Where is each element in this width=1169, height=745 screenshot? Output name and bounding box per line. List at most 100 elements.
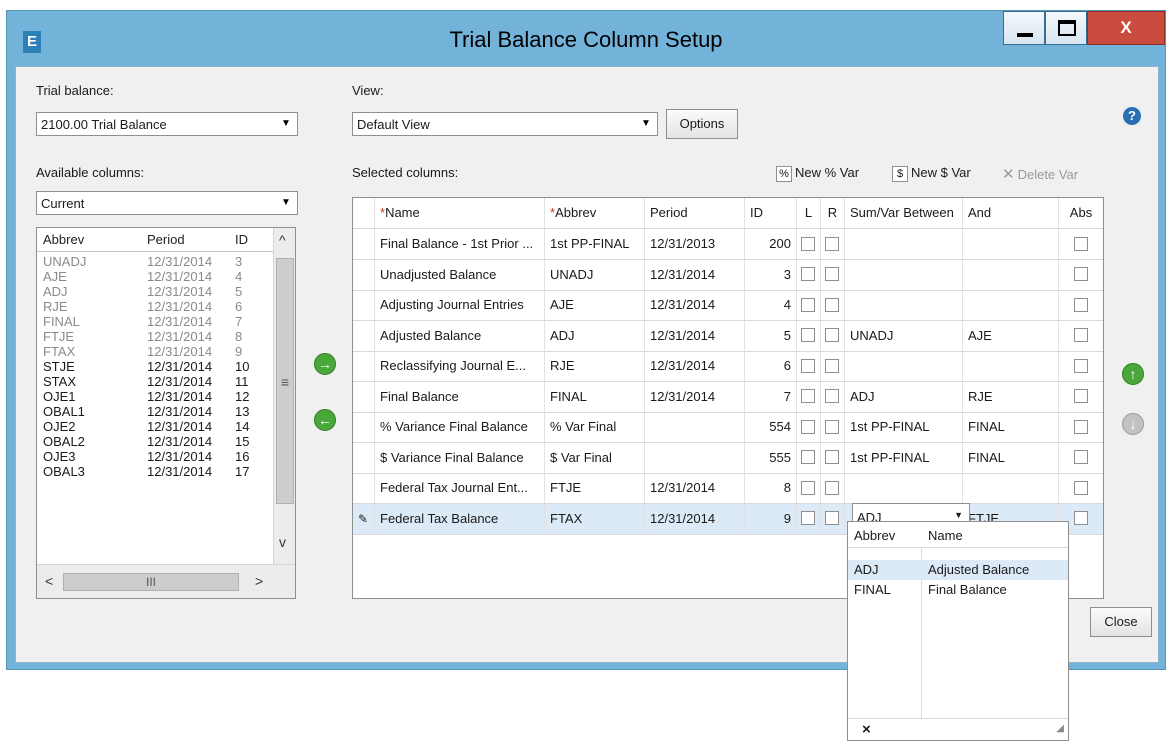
minimize-button[interactable] <box>1003 11 1045 45</box>
cell-sumvar[interactable] <box>845 229 963 259</box>
r-checkbox[interactable] <box>825 236 839 251</box>
abs-checkbox[interactable] <box>1074 328 1088 343</box>
cell-name[interactable]: Adjusted Balance <box>375 320 545 351</box>
l-checkbox[interactable] <box>801 419 815 434</box>
list-item[interactable]: OBAL1 12/31/2014 13 <box>37 404 273 419</box>
available-columns-list[interactable]: Abbrev Period ID UNADJ 12/31/2014 3 AJE 12/3… <box>36 227 296 599</box>
l-checkbox[interactable] <box>801 389 815 404</box>
cell-id[interactable]: 200 <box>745 229 797 259</box>
header-id[interactable]: ID <box>235 232 248 247</box>
cell-period[interactable]: 12/31/2014 <box>645 259 745 290</box>
cell-period[interactable]: 12/31/2014 <box>645 320 745 351</box>
table-row[interactable]: Adjusted Balance ADJ 12/31/2014 5 UNADJ AJE <box>353 320 1103 352</box>
vertical-scrollbar[interactable]: ^ ≡ v <box>273 228 295 564</box>
cell-name[interactable]: Federal Tax Balance <box>375 503 545 534</box>
cell-name[interactable]: Final Balance - 1st Prior ... <box>375 229 545 259</box>
clear-selection-icon[interactable]: × <box>862 721 871 738</box>
r-checkbox[interactable] <box>825 267 839 282</box>
dropdown-option[interactable]: ADJ Adjusted Balance <box>848 560 1068 580</box>
cell-id[interactable]: 554 <box>745 412 797 442</box>
dropdown-option[interactable]: FINAL Final Balance <box>848 580 1068 600</box>
cell-period[interactable] <box>645 412 745 442</box>
cell-sumvar[interactable] <box>845 259 963 290</box>
row-selector[interactable] <box>353 259 375 290</box>
new-dollar-var-button[interactable]: $ New $ Var <box>892 165 971 182</box>
header-period[interactable]: Period <box>147 232 185 247</box>
cell-abbrev[interactable]: FINAL <box>545 381 645 412</box>
table-row[interactable]: Federal Tax Journal Ent... FTJE 12/31/2014… <box>353 473 1103 504</box>
scroll-left-icon[interactable]: < <box>45 573 53 589</box>
list-item[interactable]: ADJ 12/31/2014 5 <box>37 284 273 299</box>
cell-sumvar[interactable]: UNADJ <box>845 320 963 351</box>
l-checkbox[interactable] <box>801 480 815 495</box>
row-selector[interactable] <box>353 381 375 412</box>
cell-sumvar[interactable] <box>845 473 963 503</box>
maximize-button[interactable] <box>1045 11 1087 45</box>
abs-checkbox[interactable] <box>1074 511 1088 526</box>
header-and[interactable]: And <box>963 198 1059 228</box>
table-row[interactable]: Adjusting Journal Entries AJE 12/31/2014 4 <box>353 290 1103 321</box>
cell-name[interactable]: Adjusting Journal Entries <box>375 290 545 320</box>
l-checkbox[interactable] <box>801 450 815 465</box>
cell-and[interactable] <box>963 229 1059 259</box>
row-selector[interactable] <box>353 473 375 503</box>
cell-name[interactable]: Final Balance <box>375 381 545 412</box>
cell-and[interactable]: AJE <box>963 320 1059 351</box>
list-item[interactable]: OJE1 12/31/2014 12 <box>37 389 273 404</box>
cell-period[interactable]: 12/31/2014 <box>645 473 745 503</box>
cell-and[interactable] <box>963 351 1059 381</box>
list-item[interactable]: RJE 12/31/2014 6 <box>37 299 273 314</box>
scroll-down-icon[interactable]: v <box>279 534 286 550</box>
move-down-arrow-icon[interactable]: ↓ <box>1122 413 1144 435</box>
header-name[interactable]: *Name <box>375 198 545 228</box>
abs-checkbox[interactable] <box>1074 419 1088 434</box>
trial-balance-select[interactable]: 2100.00 Trial Balance ▼ <box>36 112 298 136</box>
cell-abbrev[interactable]: FTAX <box>545 503 645 534</box>
list-item[interactable]: STAX 12/31/2014 11 <box>37 374 273 389</box>
l-checkbox[interactable] <box>801 358 815 373</box>
abs-checkbox[interactable] <box>1074 389 1088 404</box>
scroll-thumb[interactable]: ≡ <box>276 258 294 504</box>
cell-abbrev[interactable]: 1st PP-FINAL <box>545 229 645 259</box>
header-id[interactable]: ID <box>745 198 797 228</box>
header-sumvar[interactable]: Sum/Var Between <box>845 198 963 228</box>
scroll-up-icon[interactable]: ^ <box>279 232 286 248</box>
cell-and[interactable] <box>963 473 1059 503</box>
header-l[interactable]: L <box>797 198 821 228</box>
help-icon[interactable]: ? <box>1123 107 1141 125</box>
new-pct-var-button[interactable]: % New % Var <box>776 165 859 182</box>
r-checkbox[interactable] <box>825 358 839 373</box>
abs-checkbox[interactable] <box>1074 297 1088 312</box>
add-column-arrow-icon[interactable]: → <box>314 353 336 375</box>
move-up-arrow-icon[interactable]: ↑ <box>1122 363 1144 385</box>
cell-period[interactable]: 12/31/2014 <box>645 503 745 534</box>
header-r[interactable]: R <box>821 198 845 228</box>
list-item[interactable]: OJE3 12/31/2014 16 <box>37 449 273 464</box>
row-selector[interactable] <box>353 442 375 473</box>
cell-name[interactable]: % Variance Final Balance <box>375 412 545 442</box>
title-bar[interactable]: E Trial Balance Column Setup X <box>7 11 1165 65</box>
cell-abbrev[interactable]: RJE <box>545 351 645 381</box>
list-item[interactable]: FINAL 12/31/2014 7 <box>37 314 273 329</box>
list-item[interactable]: OJE2 12/31/2014 14 <box>37 419 273 434</box>
cell-period[interactable]: 12/31/2014 <box>645 290 745 320</box>
cell-id[interactable]: 7 <box>745 381 797 412</box>
cell-period[interactable]: 12/31/2014 <box>645 351 745 381</box>
cell-id[interactable]: 9 <box>745 503 797 534</box>
l-checkbox[interactable] <box>801 297 815 312</box>
cell-and[interactable]: RJE <box>963 381 1059 412</box>
cell-sumvar[interactable]: 1st PP-FINAL <box>845 412 963 442</box>
cell-name[interactable]: Reclassifying Journal E... <box>375 351 545 381</box>
cell-abbrev[interactable]: FTJE <box>545 473 645 503</box>
table-row[interactable]: Reclassifying Journal E... RJE 12/31/2014 6 <box>353 351 1103 382</box>
cell-and[interactable]: FINAL <box>963 442 1059 473</box>
header-abs[interactable]: Abs <box>1059 198 1103 228</box>
horizontal-scrollbar[interactable]: < III > <box>37 564 295 598</box>
r-checkbox[interactable] <box>825 297 839 312</box>
abs-checkbox[interactable] <box>1074 236 1088 251</box>
l-checkbox[interactable] <box>801 328 815 343</box>
list-item[interactable]: STJE 12/31/2014 10 <box>37 359 273 374</box>
list-item[interactable]: FTJE 12/31/2014 8 <box>37 329 273 344</box>
cell-sumvar[interactable]: 1st PP-FINAL <box>845 442 963 473</box>
scroll-thumb[interactable]: III <box>63 573 239 591</box>
